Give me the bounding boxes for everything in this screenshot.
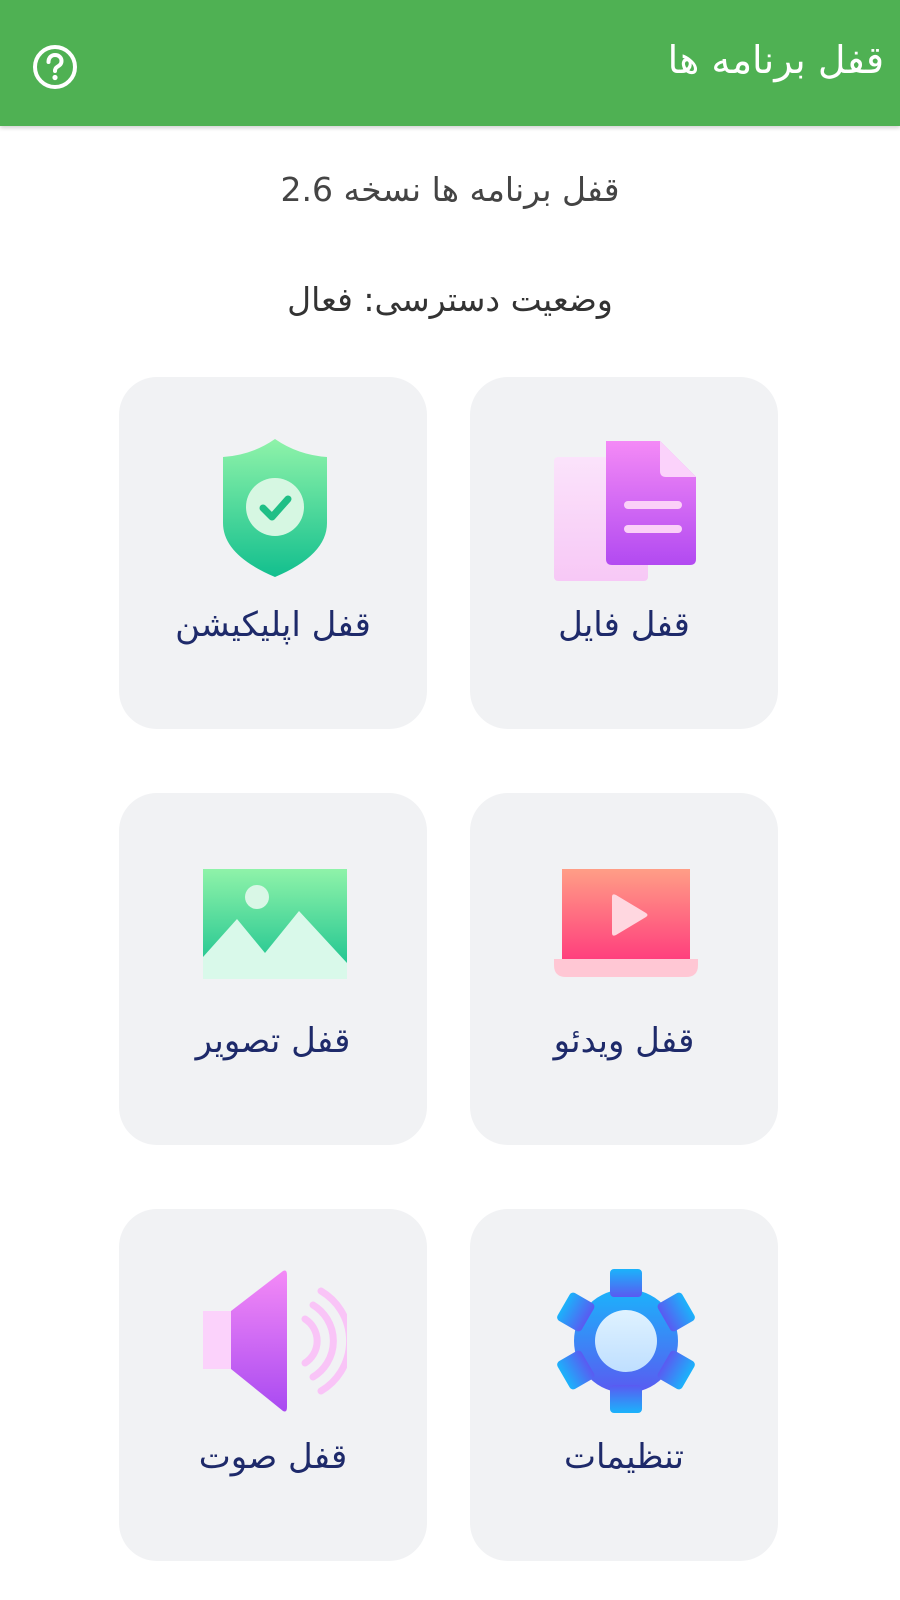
gear-icon	[557, 1269, 695, 1413]
video-play-icon	[554, 869, 698, 977]
tile-label: قفل اپلیکیشن	[175, 605, 371, 645]
help-circle-icon[interactable]	[30, 42, 80, 92]
speaker-icon	[203, 1270, 347, 1412]
app-lock-button[interactable]: قفل اپلیکیشن	[119, 377, 427, 729]
tile-label: تنظیمات	[564, 1437, 684, 1477]
tile-label: قفل تصویر	[195, 1021, 351, 1061]
audio-lock-button[interactable]: قفل صوت	[119, 1209, 427, 1561]
app-bar: قفل برنامه ها	[0, 0, 900, 126]
settings-button[interactable]: تنظیمات	[470, 1209, 778, 1561]
document-icon	[554, 441, 696, 581]
tile-label: قفل صوت	[198, 1437, 348, 1477]
version-text: قفل برنامه ها نسخه 2.6	[280, 170, 620, 209]
tile-label: قفل فایل	[558, 605, 690, 645]
access-status-text: وضعیت دسترسی: فعال	[287, 280, 613, 319]
app-title: قفل برنامه ها	[667, 38, 884, 82]
image-lock-button[interactable]: قفل تصویر	[119, 793, 427, 1145]
video-lock-button[interactable]: قفل ویدئو	[470, 793, 778, 1145]
shield-check-icon	[223, 439, 327, 577]
tile-label: قفل ویدئو	[553, 1021, 695, 1061]
image-icon	[203, 869, 347, 979]
file-lock-button[interactable]: قفل فایل	[470, 377, 778, 729]
